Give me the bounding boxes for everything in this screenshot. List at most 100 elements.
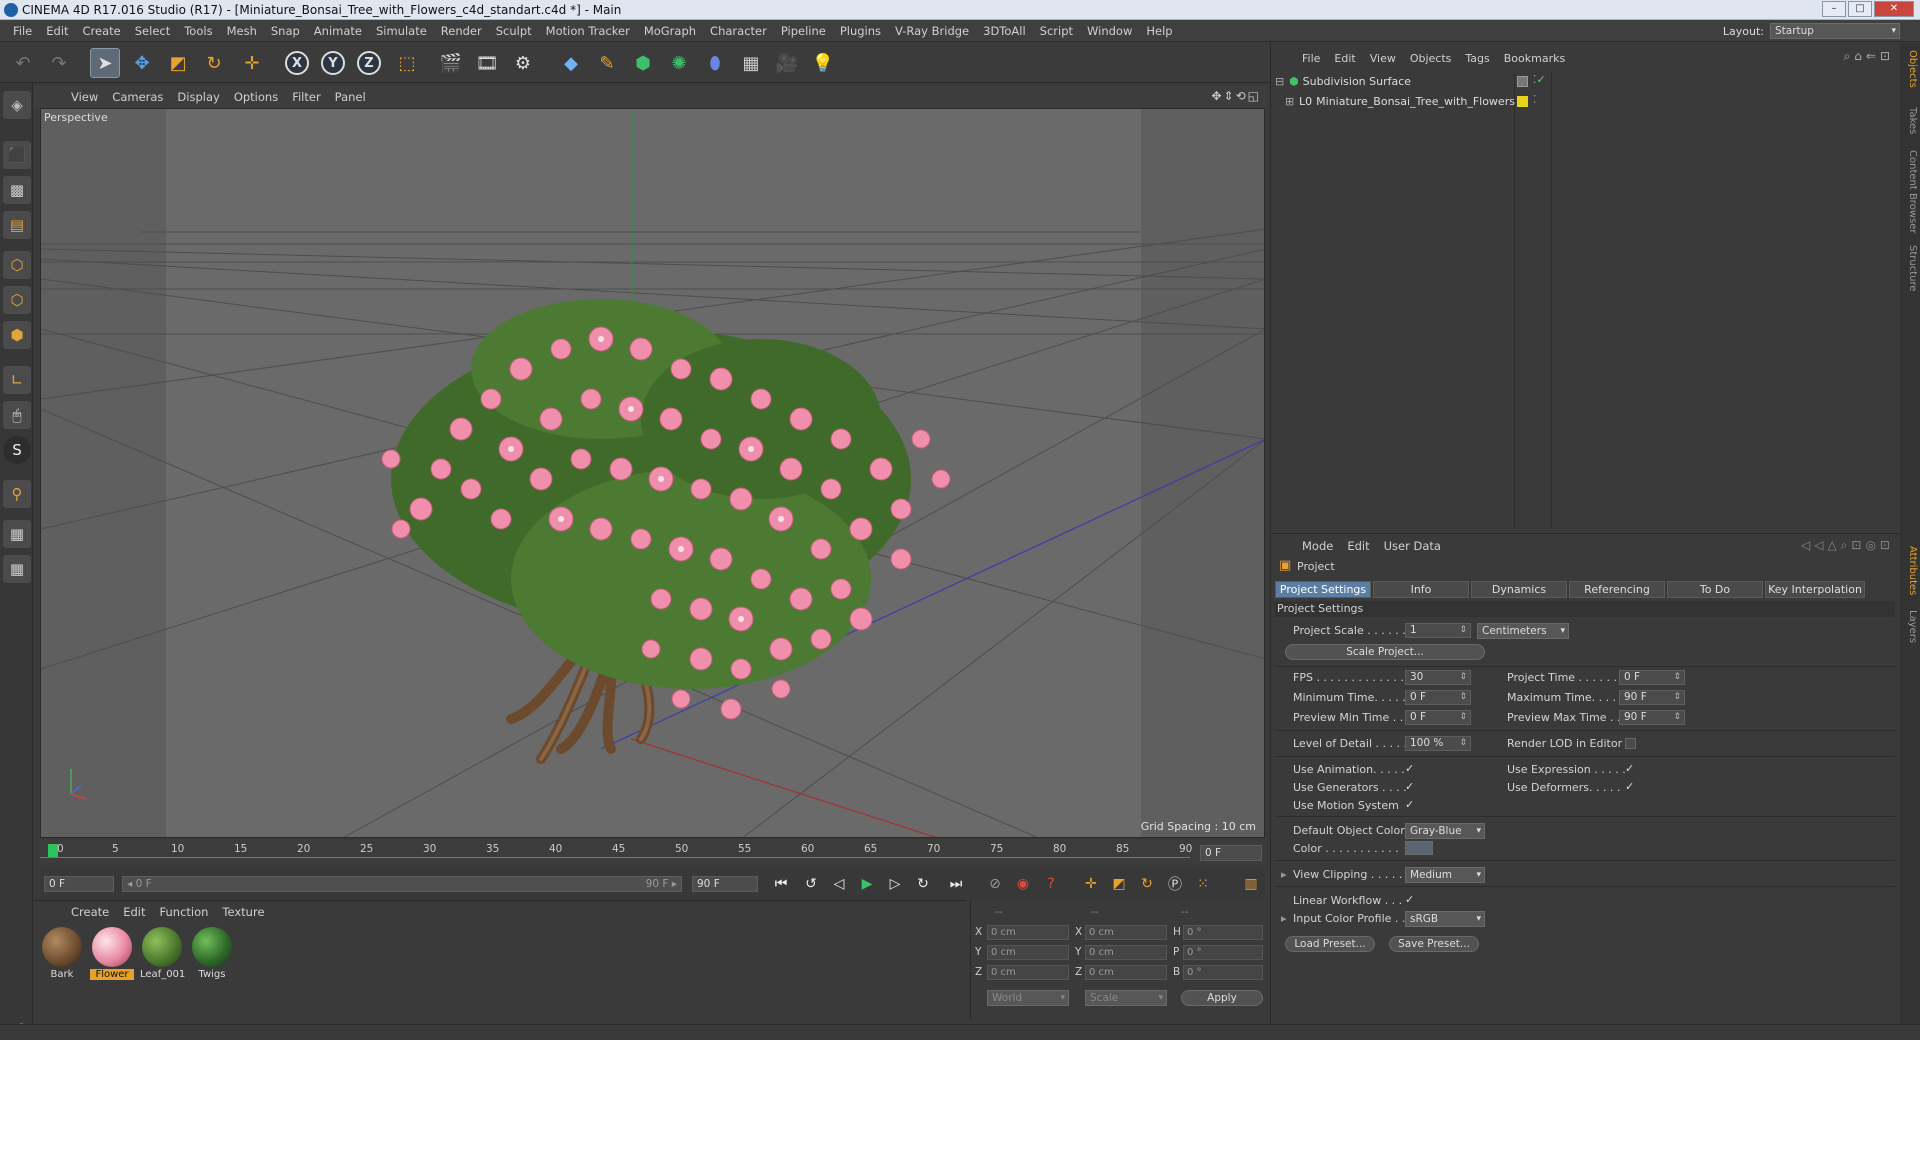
menu-script[interactable]: Script bbox=[1033, 24, 1080, 38]
viewport-menu-options[interactable]: Options bbox=[227, 90, 285, 104]
menu-render[interactable]: Render bbox=[434, 24, 489, 38]
magnet-icon[interactable]: ⚲ bbox=[3, 480, 31, 508]
texture-mode-icon[interactable]: ▩ bbox=[3, 176, 31, 204]
key-rotation-icon[interactable]: ↻ bbox=[1136, 873, 1158, 895]
object-menu-bookmarks[interactable]: Bookmarks bbox=[1497, 52, 1572, 65]
project-scale-field[interactable]: 1 bbox=[1405, 623, 1471, 638]
axis-mode-icon[interactable]: ∟ bbox=[3, 366, 31, 394]
tab-project-settings[interactable]: Project Settings bbox=[1275, 581, 1371, 598]
project-scale-unit-dropdown[interactable]: Centimeters bbox=[1477, 623, 1569, 639]
viewport-menu-view[interactable]: View bbox=[64, 90, 105, 104]
rotation-b-field[interactable]: 0 ° bbox=[1183, 965, 1263, 980]
menu-snap[interactable]: Snap bbox=[264, 24, 307, 38]
menu-pipeline[interactable]: Pipeline bbox=[774, 24, 833, 38]
layer-swatch[interactable] bbox=[1517, 76, 1528, 87]
next-key-icon[interactable]: ↻ bbox=[912, 873, 934, 895]
tab-key-interpolation[interactable]: Key Interpolation bbox=[1765, 581, 1865, 598]
attribute-nav-icons[interactable]: ◁◁△⌕⊡◎⊡ bbox=[1801, 538, 1894, 553]
minimize-button[interactable]: – bbox=[1822, 1, 1846, 17]
expand-arrow-icon[interactable]: ▸ bbox=[1281, 912, 1287, 925]
timeline-ruler[interactable]: 0 5 10 15 20 25 30 35 40 45 50 55 60 65 … bbox=[40, 840, 1265, 866]
use-expression-checkbox[interactable]: ✓ bbox=[1625, 763, 1636, 774]
redo-icon[interactable]: ↷ bbox=[44, 48, 74, 78]
tab-dynamics[interactable]: Dynamics bbox=[1471, 581, 1567, 598]
size-x-field[interactable]: 0 cm bbox=[1085, 925, 1167, 940]
coordinate-system-dropdown[interactable]: World bbox=[987, 990, 1069, 1006]
polygons-mode-icon[interactable]: ⬢ bbox=[3, 321, 31, 349]
position-z-field[interactable]: 0 cm bbox=[987, 965, 1069, 980]
go-to-end-icon[interactable]: ⏭ bbox=[945, 873, 967, 895]
use-generators-checkbox[interactable]: ✓ bbox=[1405, 781, 1416, 792]
3d-viewport[interactable]: Perspective Grid Spacing : 10 cm bbox=[40, 108, 1265, 838]
start-frame-field[interactable]: 0 F bbox=[44, 876, 114, 892]
size-mode-dropdown[interactable]: Scale bbox=[1085, 990, 1167, 1006]
move-tool-icon[interactable]: ✥ bbox=[127, 48, 157, 78]
render-lod-checkbox[interactable] bbox=[1625, 738, 1636, 749]
linear-workflow-checkbox[interactable]: ✓ bbox=[1405, 894, 1416, 905]
tweak-mode-icon[interactable]: 🖱 bbox=[3, 401, 31, 429]
save-preset-button[interactable]: Save Preset... bbox=[1389, 936, 1479, 952]
viewport-menu-filter[interactable]: Filter bbox=[285, 90, 327, 104]
select-tool-icon[interactable]: ➤ bbox=[90, 48, 120, 78]
menu-file[interactable]: File bbox=[6, 24, 39, 38]
frame-range-slider[interactable]: ◂ 0 F 90 F ▸ bbox=[122, 876, 682, 892]
coordinate-system-icon[interactable]: ⬚ bbox=[392, 48, 422, 78]
attribute-menu-mode[interactable]: Mode bbox=[1295, 539, 1340, 553]
preview-max-time-field[interactable]: 90 F bbox=[1619, 710, 1685, 725]
material-leaf-001[interactable]: Leaf_001 bbox=[140, 927, 185, 983]
default-object-color-dropdown[interactable]: Gray-Blue bbox=[1405, 823, 1485, 839]
timeline-window-icon[interactable]: ▥ bbox=[1240, 873, 1262, 895]
position-y-field[interactable]: 0 cm bbox=[987, 945, 1069, 960]
material-menu-create[interactable]: Create bbox=[64, 905, 116, 919]
menu-tools[interactable]: Tools bbox=[177, 24, 219, 38]
render-picture-viewer-icon[interactable]: 🎞 bbox=[472, 48, 502, 78]
material-menu-function[interactable]: Function bbox=[153, 905, 216, 919]
menu-plugins[interactable]: Plugins bbox=[833, 24, 888, 38]
menu-mesh[interactable]: Mesh bbox=[220, 24, 264, 38]
tab-to-do[interactable]: To Do bbox=[1667, 581, 1763, 598]
rotation-h-field[interactable]: 0 ° bbox=[1183, 925, 1263, 940]
key-scale-icon[interactable]: ◩ bbox=[1108, 873, 1130, 895]
scale-project-button[interactable]: Scale Project... bbox=[1285, 644, 1485, 660]
side-tab-content-browser[interactable]: Content Browser bbox=[1902, 147, 1918, 237]
camera-icon[interactable]: 🎥 bbox=[772, 48, 802, 78]
material-menu-edit[interactable]: Edit bbox=[116, 905, 152, 919]
light-icon[interactable]: 💡 bbox=[808, 48, 838, 78]
floor-icon[interactable]: ▦ bbox=[736, 48, 766, 78]
key-position-icon[interactable]: ✛ bbox=[1080, 873, 1102, 895]
layout-dropdown[interactable]: Startup bbox=[1770, 23, 1900, 39]
menu-vray-bridge[interactable]: V-Ray Bridge bbox=[888, 24, 976, 38]
subdivision-surface-icon[interactable]: ⬢ bbox=[628, 48, 658, 78]
viewport-menu-display[interactable]: Display bbox=[170, 90, 226, 104]
object-menu-objects[interactable]: Objects bbox=[1403, 52, 1459, 65]
view-clipping-dropdown[interactable]: Medium bbox=[1405, 867, 1485, 883]
object-menu-edit[interactable]: Edit bbox=[1327, 52, 1362, 65]
points-mode-icon[interactable]: ⬡ bbox=[3, 251, 31, 279]
material-menu-texture[interactable]: Texture bbox=[215, 905, 271, 919]
level-of-detail-field[interactable]: 100 % bbox=[1405, 736, 1471, 751]
preview-min-time-field[interactable]: 0 F bbox=[1405, 710, 1471, 725]
maximize-button[interactable]: □ bbox=[1848, 1, 1872, 17]
attribute-menu-edit[interactable]: Edit bbox=[1340, 539, 1376, 553]
deformer-icon[interactable]: ⬮ bbox=[700, 48, 730, 78]
snap-icon[interactable]: S bbox=[3, 436, 31, 464]
end-frame-field[interactable]: 90 F bbox=[692, 876, 758, 892]
object-row-bonsai-tree[interactable]: ⊞ L0 Miniature_Bonsai_Tree_with_Flowers bbox=[1285, 93, 1515, 110]
x-axis-lock-icon[interactable]: X bbox=[285, 51, 309, 75]
menu-sculpt[interactable]: Sculpt bbox=[489, 24, 539, 38]
step-forward-icon[interactable]: ▷ bbox=[884, 873, 906, 895]
close-button[interactable]: ✕ bbox=[1874, 1, 1914, 17]
workplane-lock-icon[interactable]: ▦ bbox=[3, 555, 31, 583]
step-back-icon[interactable]: ◁ bbox=[828, 873, 850, 895]
visibility-dots-icon[interactable]: ⁚ bbox=[1533, 93, 1537, 106]
menu-create[interactable]: Create bbox=[76, 24, 128, 38]
object-manager-nav-icons[interactable]: ⌕⌂⇐⊡ bbox=[1844, 49, 1894, 64]
menu-3dtoall[interactable]: 3DToAll bbox=[976, 24, 1033, 38]
menu-select[interactable]: Select bbox=[128, 24, 177, 38]
material-twigs[interactable]: Twigs bbox=[190, 927, 234, 983]
menu-help[interactable]: Help bbox=[1139, 24, 1179, 38]
size-y-field[interactable]: 0 cm bbox=[1085, 945, 1167, 960]
use-deformers-checkbox[interactable]: ✓ bbox=[1625, 781, 1636, 792]
menu-mograph[interactable]: MoGraph bbox=[637, 24, 703, 38]
scale-tool-icon[interactable]: ◩ bbox=[163, 48, 193, 78]
